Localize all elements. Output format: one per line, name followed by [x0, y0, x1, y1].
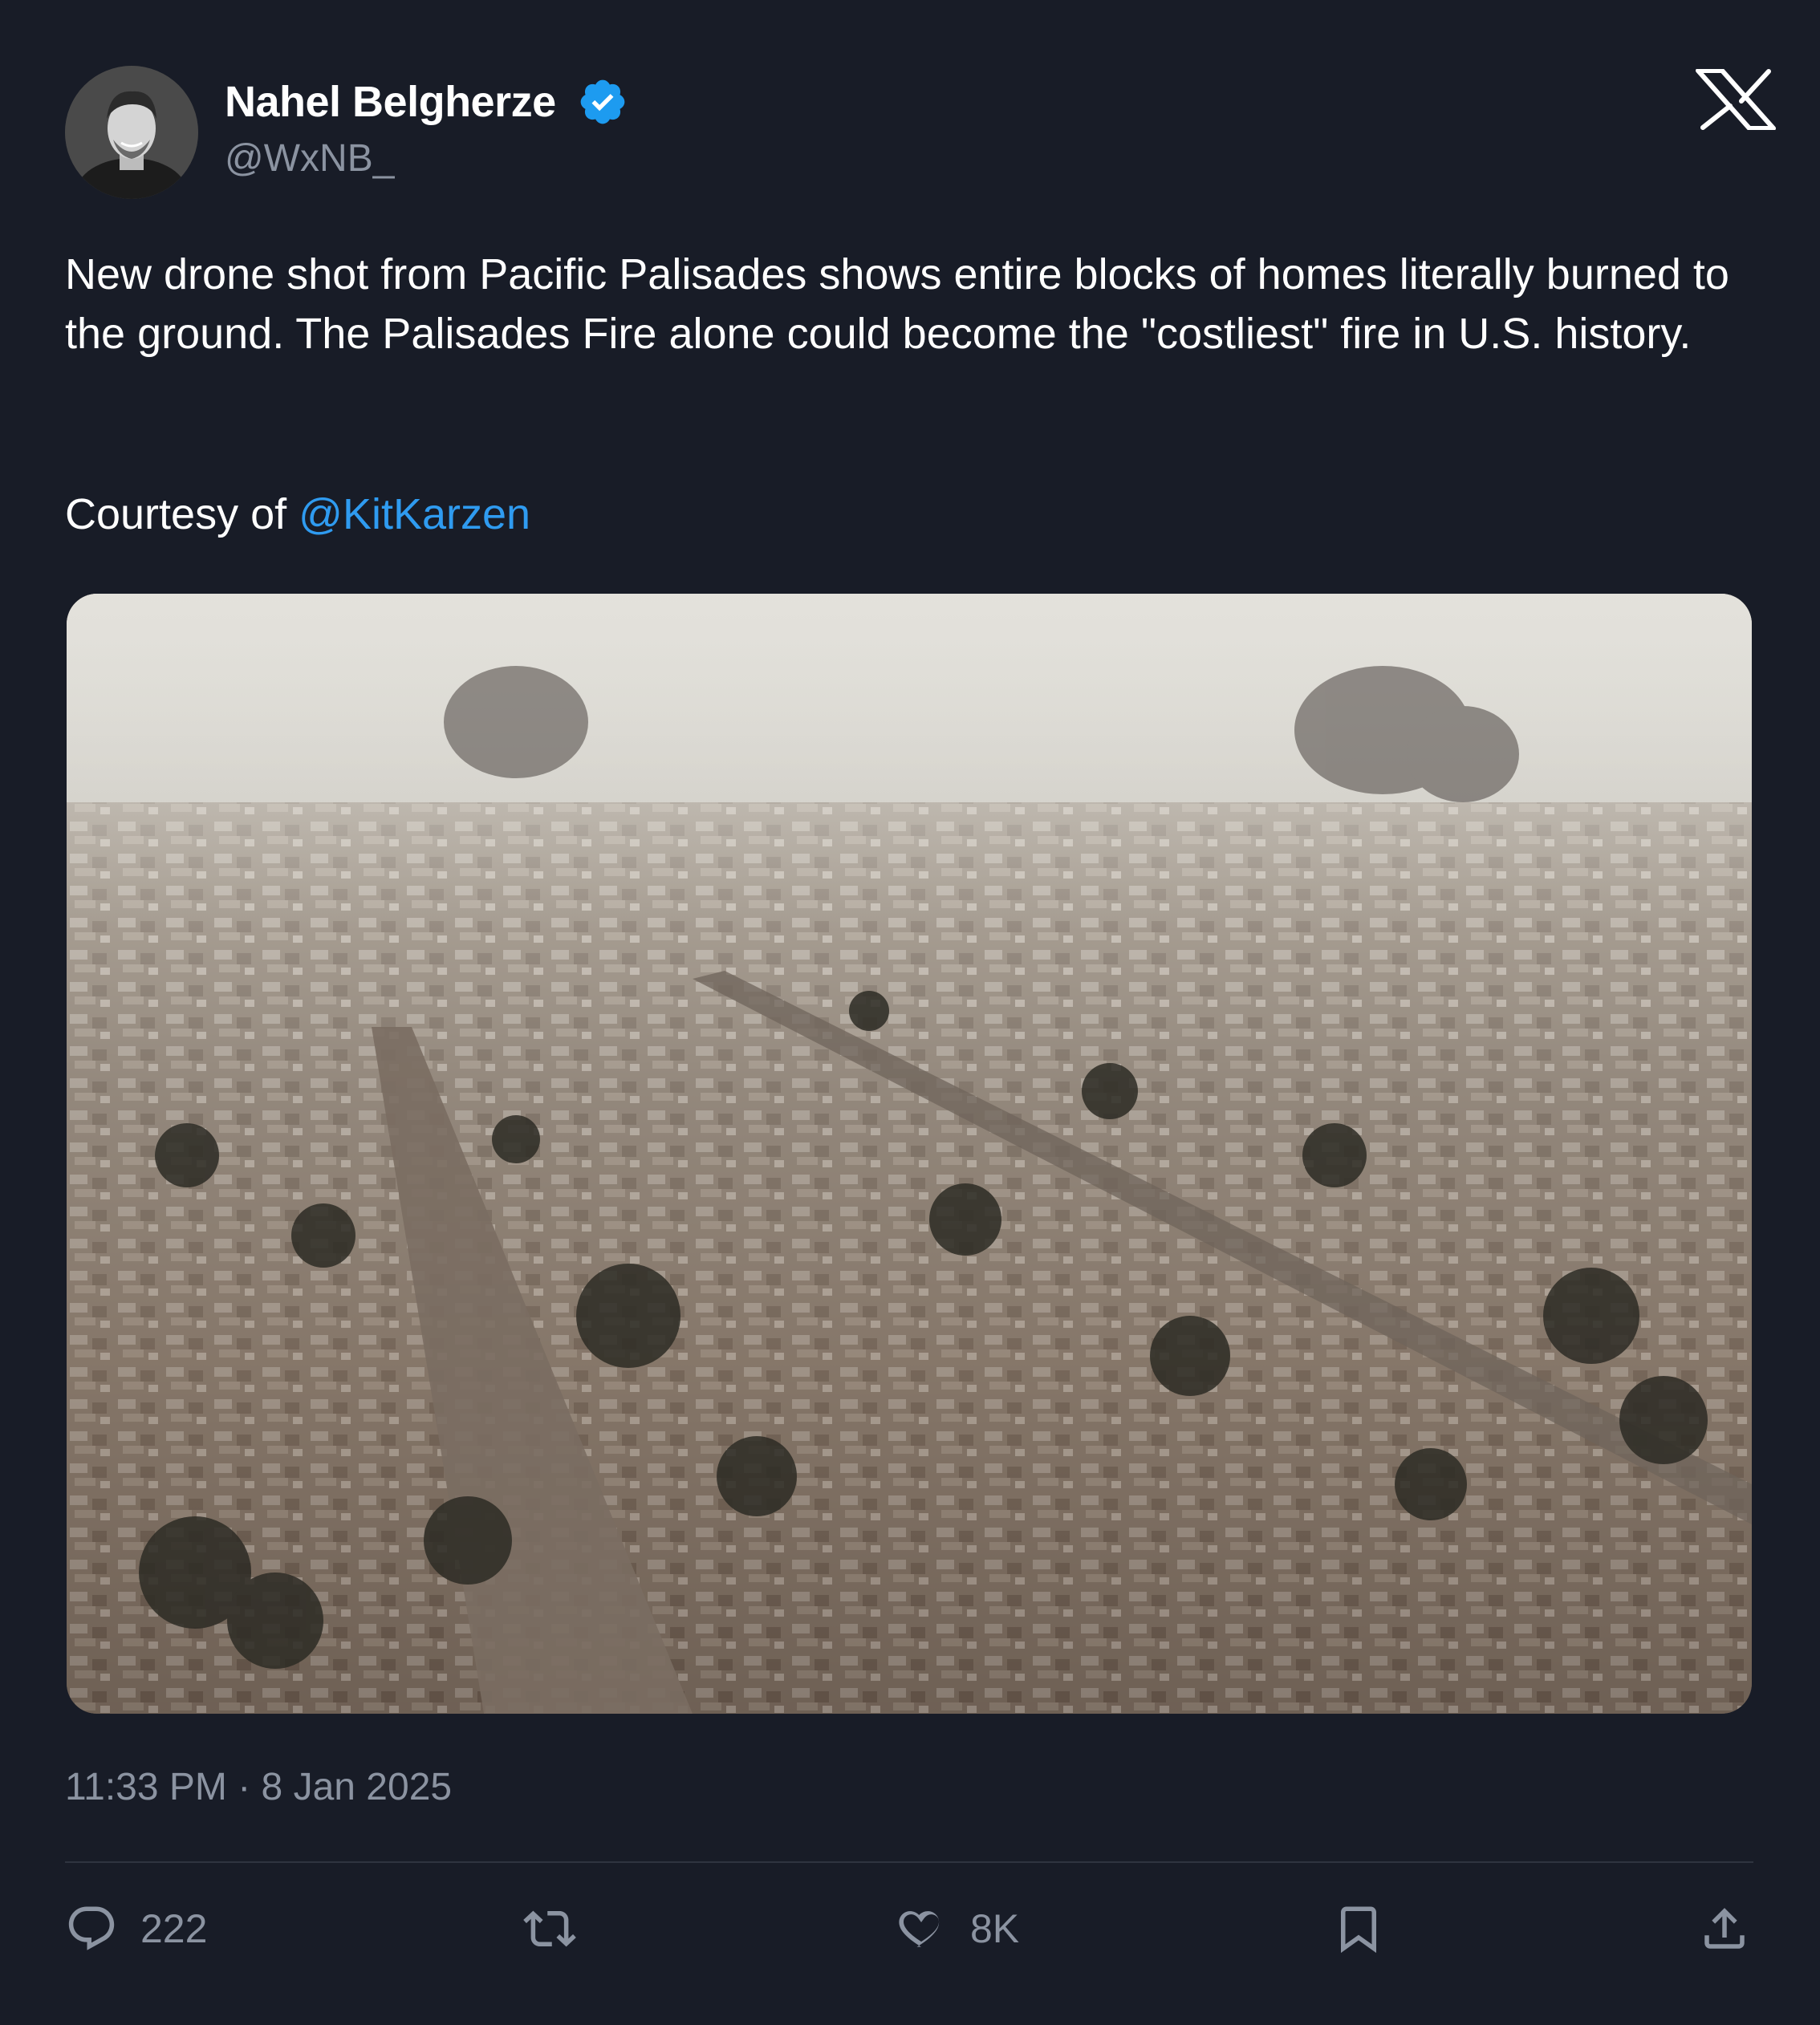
retweet-icon: [523, 1910, 576, 1947]
retweet-button[interactable]: [523, 1903, 576, 1954]
heart-icon: [899, 1911, 940, 1947]
bookmark-icon: [1341, 1906, 1376, 1954]
like-count: 8K: [970, 1906, 1020, 1951]
author-handle[interactable]: @WxNB_: [225, 136, 394, 181]
divider: [65, 1861, 1753, 1863]
reply-button[interactable]: 222: [65, 1903, 207, 1954]
author-row: Nahel Belgherze: [225, 76, 628, 128]
tweet-text: New drone shot from Pacific Palisades sh…: [65, 245, 1790, 363]
tweet-image[interactable]: [67, 594, 1752, 1714]
verified-badge-icon: [577, 76, 628, 128]
mention-link[interactable]: @KitKarzen: [299, 490, 530, 538]
tweet-timestamp[interactable]: 11:33 PM · 8 Jan 2025: [65, 1765, 452, 1809]
avatar-image: [65, 66, 198, 199]
bookmark-button[interactable]: [1332, 1903, 1385, 1954]
action-bar: 222 8K: [0, 1903, 1820, 1954]
tweet-body: New drone shot from Pacific Palisades sh…: [65, 250, 1729, 358]
author-name[interactable]: Nahel Belgherze: [225, 77, 556, 127]
like-button[interactable]: 8K: [895, 1903, 1019, 1954]
reply-count: 222: [140, 1906, 208, 1951]
tweet-courtesy: Courtesy of @KitKarzen: [65, 485, 530, 544]
x-logo-icon[interactable]: [1685, 68, 1786, 131]
share-button[interactable]: [1698, 1903, 1751, 1954]
reply-icon: [68, 1906, 115, 1950]
avatar[interactable]: [65, 66, 198, 199]
drone-photo: [67, 594, 1752, 1714]
courtesy-prefix: Courtesy of: [65, 490, 299, 538]
share-icon: [1704, 1908, 1745, 1949]
